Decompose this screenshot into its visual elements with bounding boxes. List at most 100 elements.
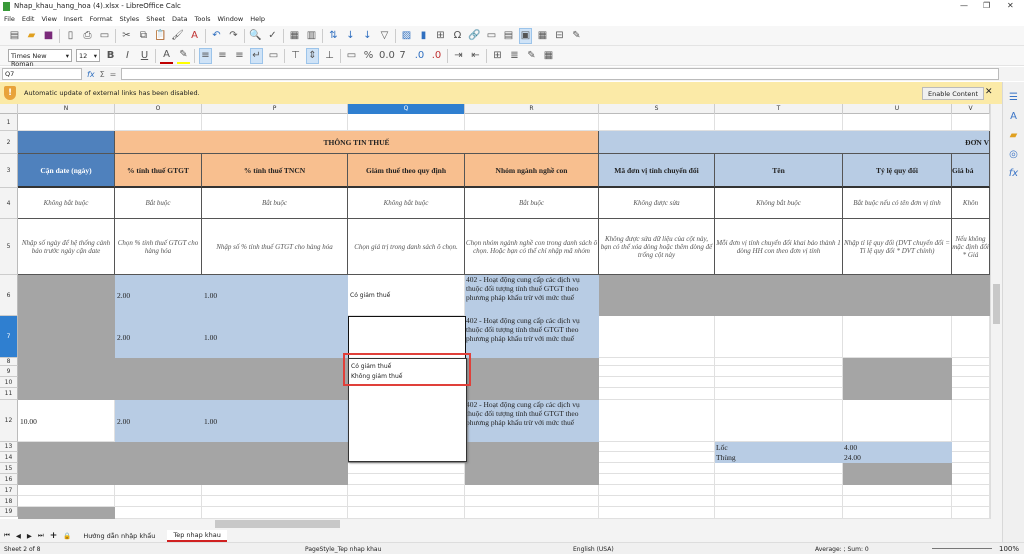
menu-window[interactable]: Window [218, 15, 244, 23]
add-sheet-icon[interactable]: + [50, 531, 58, 541]
row-header[interactable]: 10 [0, 377, 18, 388]
menu-edit[interactable]: Edit [22, 15, 35, 23]
required-s[interactable]: Không được sửa [599, 188, 715, 219]
align-center-icon[interactable]: ≡ [216, 49, 229, 63]
sort-ascending-icon[interactable]: ↓ [344, 29, 357, 43]
header-o[interactable]: % tính thuế GTGT [115, 154, 202, 188]
header-q[interactable]: Giảm thuế theo quy định [348, 154, 465, 188]
grid-cell[interactable] [952, 316, 990, 358]
header-v[interactable]: Giá bá [952, 154, 990, 188]
vertical-scroll-thumb[interactable] [993, 284, 1000, 324]
currency-format-icon[interactable]: ▭ [345, 49, 358, 63]
cell-r7[interactable]: 402 - Hoạt động cung cấp các dịch vụ thu… [465, 316, 599, 358]
cell-u8-u11[interactable] [843, 358, 952, 400]
grid-cell[interactable] [952, 442, 990, 452]
required-n[interactable]: Không bắt buộc [18, 188, 115, 219]
underline-icon[interactable]: U [138, 49, 151, 63]
prev-sheet-icon[interactable]: ◀ [16, 532, 21, 540]
align-left-icon[interactable]: ≡ [199, 47, 212, 64]
header-u[interactable]: Tỷ lệ quy đổi [843, 154, 952, 188]
row-header[interactable]: 6 [0, 275, 18, 316]
grid-cell[interactable] [715, 388, 843, 400]
grid-cell[interactable] [715, 377, 843, 388]
special-character-icon[interactable]: Ω [451, 29, 464, 43]
grid-cell[interactable] [952, 485, 990, 496]
row-header[interactable]: 3 [0, 154, 18, 188]
row-header[interactable]: 8 [0, 358, 18, 366]
grid-cell[interactable] [599, 358, 715, 366]
find-replace-icon[interactable]: 🔍 [249, 29, 262, 43]
grid-cell[interactable] [348, 474, 465, 485]
menu-format[interactable]: Format [90, 15, 113, 23]
menu-sheet[interactable]: Sheet [146, 15, 165, 23]
conditional-format-icon[interactable]: ▦ [542, 49, 555, 63]
cell-r6[interactable]: 402 - Hoạt động cung cấp các dịch vụ thu… [465, 275, 599, 316]
grid-cell[interactable] [952, 452, 990, 463]
split-window-icon[interactable]: ⊟ [553, 29, 566, 43]
hint-n[interactable]: Nhập số ngày để hệ thống cảnh báo trước … [18, 219, 115, 275]
cell-t14[interactable]: Thùng [715, 452, 843, 463]
align-middle-icon[interactable]: ⇕ [306, 47, 319, 64]
grid-cell[interactable] [599, 316, 715, 358]
grid-cell[interactable] [465, 496, 599, 507]
hint-u[interactable]: Nhập tỉ lệ quy đổi (DVT chuyển đổi = Tỉ … [843, 219, 952, 275]
cell-u15-u16[interactable] [843, 463, 952, 485]
grid-cell[interactable] [843, 114, 952, 131]
grid-cell[interactable] [715, 507, 843, 519]
row-header[interactable]: 1 [0, 114, 18, 131]
column-header-t[interactable]: T [715, 104, 843, 114]
menu-help[interactable]: Help [250, 15, 265, 23]
required-q[interactable]: Không bắt buộc [348, 188, 465, 219]
grid-cell[interactable] [115, 496, 202, 507]
cell-n15-p16[interactable] [18, 463, 348, 485]
redo-icon[interactable]: ↷ [227, 29, 240, 43]
cell-r8-r11[interactable] [465, 358, 599, 400]
save-icon[interactable]: ■ [42, 29, 55, 43]
styles-icon[interactable]: A [1010, 111, 1017, 122]
grid-cell[interactable] [952, 358, 990, 366]
header-n[interactable]: Cận date (ngày) [18, 154, 115, 188]
grid-cell[interactable] [715, 496, 843, 507]
grid-cell[interactable] [843, 507, 952, 519]
show-draw-functions-icon[interactable]: ✎ [570, 29, 583, 43]
header-p[interactable]: % tính thuế TNCN [202, 154, 348, 188]
cell-n7[interactable] [18, 316, 115, 358]
grid-cell[interactable] [18, 114, 115, 131]
row-header[interactable]: 12 [0, 400, 18, 442]
cell-o7[interactable]: 2.00 [115, 316, 202, 358]
sum-icon[interactable]: Σ [100, 70, 105, 79]
grid-cell[interactable] [18, 485, 115, 496]
comment-icon[interactable]: ▭ [485, 29, 498, 43]
border-color-icon[interactable]: ✎ [525, 49, 538, 63]
row-icon[interactable]: ▦ [288, 29, 301, 43]
close-button[interactable]: ✕ [1007, 1, 1014, 10]
hint-s[interactable]: Không được sửa dữ liệu của cột này, bạn … [599, 219, 715, 275]
formula-icon[interactable]: = [110, 70, 117, 79]
cell-p6[interactable]: 1.00 [202, 275, 348, 316]
zoom-level[interactable]: 100% [999, 545, 1019, 553]
grid-cell[interactable] [952, 474, 990, 485]
menu-view[interactable]: View [41, 15, 56, 23]
close-infobar-icon[interactable]: ✕ [985, 87, 993, 97]
font-size-combo[interactable]: 12 ▾ [76, 49, 100, 62]
name-box[interactable]: Q7 [2, 68, 82, 80]
menu-styles[interactable]: Styles [119, 15, 139, 23]
cell-n6[interactable] [18, 275, 115, 316]
required-r[interactable]: Bắt buộc [465, 188, 599, 219]
maximize-button[interactable]: ❐ [983, 1, 990, 10]
decrease-indent-icon[interactable]: ⇤ [469, 49, 482, 63]
clone-format-icon[interactable]: 🖌 [171, 29, 184, 43]
hint-r[interactable]: Chọn nhóm ngành nghề con trong danh sách… [465, 219, 599, 275]
grid-cell[interactable] [202, 496, 348, 507]
group-header-tax-info[interactable]: THÔNG TIN THUẾ [115, 131, 599, 154]
insert-image-icon[interactable]: ▨ [400, 29, 413, 43]
row-header[interactable]: 15 [0, 463, 18, 474]
delete-decimal-icon[interactable]: .0 [430, 49, 443, 63]
cell-u14[interactable]: 24.00 [843, 452, 952, 463]
grid-cell[interactable] [599, 474, 715, 485]
hint-t[interactable]: Mỗi đơn vị tính chuyển đổi khai báo thàn… [715, 219, 843, 275]
grid-cell[interactable] [952, 114, 990, 131]
row-header[interactable]: 11 [0, 388, 18, 400]
grid-cell[interactable] [843, 496, 952, 507]
sort-descending-icon[interactable]: ↓ [361, 29, 374, 43]
